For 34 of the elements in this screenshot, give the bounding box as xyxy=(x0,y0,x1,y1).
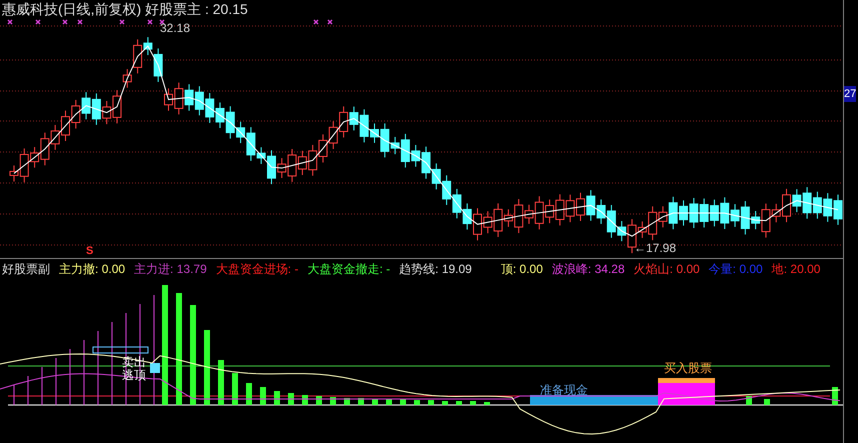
volume-bar xyxy=(764,399,770,405)
legend-item: 趋势线: 19.09 xyxy=(399,263,472,275)
legend-item: 顶: 0.00 xyxy=(500,263,543,275)
volume-bar xyxy=(456,401,462,405)
volume-bar xyxy=(302,395,308,405)
volume-bar xyxy=(288,393,294,405)
legend-item: 大盘资金进场: - xyxy=(216,263,298,275)
signal-block xyxy=(150,363,160,373)
legend-item: 火焰山: 0.00 xyxy=(634,263,700,275)
volume-bar xyxy=(232,373,238,405)
buy-zone-bar xyxy=(658,378,715,405)
legend-item: 地: 20.00 xyxy=(772,263,820,275)
sell-signal-mark: S xyxy=(86,246,94,257)
indicator-title: 好股票副 xyxy=(2,263,50,275)
legend-item: 大盘资金撤走: - xyxy=(307,263,390,275)
volume-bar xyxy=(246,383,252,405)
chart-title: 惠威科技(日线,前复权) 好股票主 : 20.15 xyxy=(2,2,248,16)
volume-bar xyxy=(442,401,448,405)
cash-zone-label: 准备现金 xyxy=(540,382,588,399)
low-price-label: ←17.98 xyxy=(634,242,676,254)
legend-item: 今量: 0.00 xyxy=(708,263,763,275)
volume-bar xyxy=(428,400,434,405)
volume-bar xyxy=(218,360,224,405)
volume-bar xyxy=(470,401,476,405)
legend-item: 主力进: 13.79 xyxy=(134,263,207,275)
high-price-label: 32.18 xyxy=(160,22,190,34)
legend-item: 主力撤: 0.00 xyxy=(59,263,126,275)
outlined-bar xyxy=(92,346,148,354)
volume-bar xyxy=(484,402,490,405)
legend-item: 波浪峰: 34.28 xyxy=(552,263,625,275)
price-axis-label: 27 xyxy=(844,86,856,102)
volume-bar xyxy=(414,400,420,405)
volume-bar xyxy=(274,391,280,405)
volume-bar xyxy=(260,387,266,405)
